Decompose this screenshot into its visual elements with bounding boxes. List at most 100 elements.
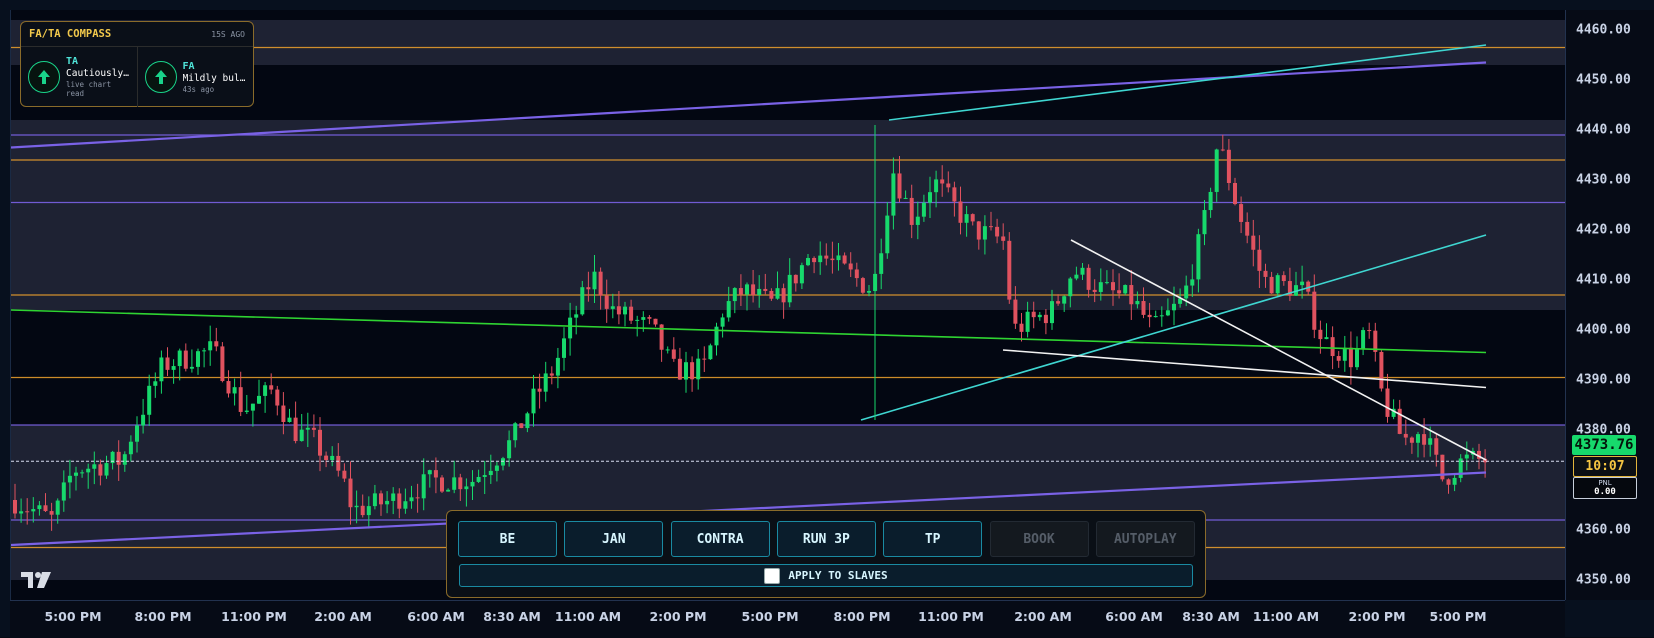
candle-down xyxy=(1251,235,1256,250)
candle-up xyxy=(1050,301,1054,324)
candle-up xyxy=(470,481,475,487)
candle-down xyxy=(397,493,402,509)
candle-down xyxy=(25,511,30,513)
candle-up xyxy=(1190,279,1195,286)
apply-to-slaves-label: APPLY TO SLAVES xyxy=(788,569,888,582)
candle-up xyxy=(574,314,579,318)
contra-button[interactable]: CONTRA xyxy=(670,521,770,557)
price-tick-label: 4420.00 xyxy=(1576,222,1631,238)
candle-up xyxy=(141,414,146,426)
candle-up xyxy=(305,427,310,430)
candle-down xyxy=(1367,330,1372,332)
candle-down xyxy=(1117,290,1122,294)
time-tick-label: 11:00 PM xyxy=(221,609,287,624)
time-axis[interactable]: 5:00 PM 8:00 PM 11:00 PM 2:00 AM 6:00 AM 8:30… xyxy=(10,600,1565,638)
jan-button[interactable]: JAN xyxy=(564,521,664,557)
candle-up xyxy=(488,470,493,476)
pnl-box: PNL 0.00 xyxy=(1573,477,1637,499)
fa-sub1: 43s ago xyxy=(182,84,215,94)
candle-up xyxy=(1464,454,1469,459)
candle-down xyxy=(1233,182,1237,205)
candle-down xyxy=(1385,388,1390,417)
candle-up xyxy=(476,476,481,482)
compass-ta-column[interactable]: TA Cautiously… live chart read xyxy=(21,47,137,107)
time-tick-label: 2:00 PM xyxy=(649,609,707,624)
tp-button[interactable]: TP xyxy=(883,521,983,557)
candle-down xyxy=(976,221,981,240)
candle-up xyxy=(421,474,426,499)
candle-up xyxy=(31,509,36,512)
candle-down xyxy=(995,226,1000,237)
candle-down xyxy=(1397,408,1402,434)
candle-up xyxy=(1300,281,1305,286)
candle-up xyxy=(153,381,158,386)
candle-up xyxy=(202,350,207,352)
candle-up xyxy=(1342,347,1347,361)
book-button[interactable]: BOOK xyxy=(989,521,1089,557)
autoplay-button[interactable]: AUTOPLAY xyxy=(1095,521,1195,557)
candle-down xyxy=(1019,323,1024,332)
compass-age: 15S AGO xyxy=(211,29,245,39)
candle-down xyxy=(1312,291,1317,330)
run-3p-button[interactable]: RUN 3P xyxy=(776,521,876,557)
candle-down xyxy=(1422,434,1427,445)
candle-up xyxy=(513,423,518,441)
candle-up xyxy=(403,501,408,509)
candle-up xyxy=(525,413,530,429)
candle-down xyxy=(165,357,170,370)
candle-up xyxy=(964,214,969,223)
candle-up xyxy=(1196,234,1201,280)
candle-down xyxy=(98,464,103,476)
candle-down xyxy=(1013,299,1018,324)
candle-up xyxy=(452,477,457,490)
tradingview-logo[interactable] xyxy=(20,571,52,593)
time-tick-label: 8:00 PM xyxy=(134,609,192,624)
candle-up xyxy=(104,463,109,476)
candle-down xyxy=(226,381,231,394)
time-tick-label: 11:00 AM xyxy=(554,609,622,624)
candle-countdown-badge: 10:07 xyxy=(1573,456,1637,477)
pnl-label: PNL xyxy=(1598,479,1612,487)
price-tick-label: 4440.00 xyxy=(1576,122,1631,138)
candle-up xyxy=(135,425,139,442)
candle-up xyxy=(928,192,932,203)
candle-down xyxy=(958,201,963,223)
candle-up xyxy=(568,317,573,339)
candle-down xyxy=(275,389,280,406)
candle-down xyxy=(598,271,603,296)
candle-up xyxy=(257,395,261,404)
candle-up xyxy=(1208,191,1213,211)
candle-up xyxy=(720,317,725,327)
candle-up xyxy=(1165,310,1170,316)
candle-down xyxy=(781,288,786,303)
candle-up xyxy=(1184,285,1189,299)
candle-up xyxy=(1416,434,1420,443)
be-button[interactable]: BE xyxy=(458,521,557,557)
candle-down xyxy=(1403,433,1408,438)
candle-down xyxy=(830,258,835,261)
pnl-value: 0.00 xyxy=(1594,487,1616,497)
price-axis[interactable]: 4460.00 4450.00 4440.00 4430.00 4420.00 4410.… xyxy=(1565,10,1654,600)
candle-down xyxy=(1446,479,1451,485)
candle-down xyxy=(1007,240,1012,300)
compass-fa-column[interactable]: FA Mildly bul… 43s ago xyxy=(136,47,254,107)
candle-up xyxy=(934,179,939,193)
candle-up xyxy=(299,429,304,442)
candle-down xyxy=(183,350,188,369)
price-tick-label: 4400.00 xyxy=(1576,322,1631,338)
candle-down xyxy=(751,284,756,296)
candle-down xyxy=(342,470,347,479)
apply-to-slaves-checkbox[interactable] xyxy=(764,567,781,584)
candle-down xyxy=(43,505,48,512)
time-tick-label: 2:00 AM xyxy=(1014,609,1072,624)
candle-up xyxy=(92,464,97,469)
candle-up xyxy=(1202,210,1207,235)
candle-up xyxy=(74,472,78,476)
price-tick-label: 4390.00 xyxy=(1576,372,1631,388)
candle-down xyxy=(677,358,682,380)
candle-up xyxy=(1123,285,1128,294)
candle-up xyxy=(409,497,414,502)
candle-up xyxy=(501,458,505,466)
apply-to-slaves-toggle[interactable]: APPLY TO SLAVES xyxy=(459,564,1193,587)
candle-up xyxy=(61,482,66,501)
